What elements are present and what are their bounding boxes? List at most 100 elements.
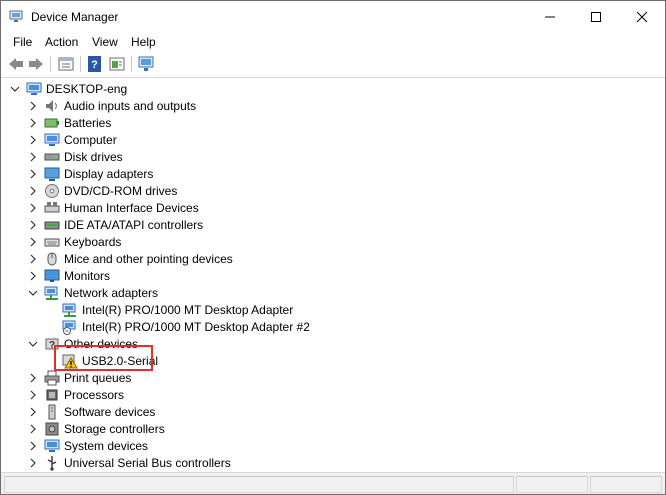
close-button[interactable] [619,1,665,32]
menu-action[interactable]: Action [45,35,78,49]
monitor-icon [44,269,60,282]
root-label: DESKTOP-eng [46,82,128,96]
mouse-icon [47,252,57,266]
properties-icon[interactable] [57,55,75,73]
chevron-right-icon[interactable] [28,271,38,281]
tree-item-processors[interactable]: Processors [1,387,301,404]
tree-item-computer[interactable]: Computer [1,132,301,149]
chevron-right-icon[interactable] [28,220,38,230]
chevron-right-icon[interactable] [28,118,38,128]
tree-item-usb[interactable]: Universal Serial Bus controllers [1,455,301,472]
maximize-button[interactable] [573,1,619,32]
dvd-icon [45,184,59,198]
tree-item-label: Disk drives [64,150,123,164]
back-icon[interactable] [7,55,25,73]
tree-item-audio[interactable]: Audio inputs and outputs [1,98,301,115]
tree-item-label: Batteries [64,116,112,130]
speaker-icon [46,100,57,112]
tree-item-label: Display adapters [64,167,154,181]
tree-item-batteries[interactable]: Batteries [1,115,301,132]
scan-hardware-icon[interactable] [137,55,155,73]
tree-item-software-devices[interactable]: Software devices [1,404,301,421]
tree-child-network-adapter-2[interactable]: Intel(R) PRO/1000 MT Desktop Adapter #2 [1,319,341,336]
tree-child-label: Intel(R) PRO/1000 MT Desktop Adapter [82,303,294,317]
menu-bar: File Action View Help [1,32,665,52]
tree-item-ide[interactable]: IDE ATA/ATAPI controllers [1,217,301,234]
network-adapter-disabled-icon [62,320,76,335]
storage-icon [45,422,59,436]
chevron-down-icon[interactable] [10,84,20,94]
window-title: Device Manager [31,10,119,24]
tree-item-label: DVD/CD-ROM drives [64,184,178,198]
tree-item-label: Mice and other pointing devices [64,252,233,266]
menu-file[interactable]: File [13,35,32,49]
forward-icon[interactable] [27,55,45,73]
chevron-right-icon[interactable] [28,237,38,247]
chevron-right-icon[interactable] [28,203,38,213]
chevron-right-icon[interactable] [28,441,38,451]
maximize-icon [591,12,601,22]
chevron-right-icon[interactable] [28,373,38,383]
battery-icon [44,118,59,128]
computer-icon [26,82,42,95]
tree-item-monitors[interactable]: Monitors [1,268,301,285]
chevron-right-icon[interactable] [28,135,38,145]
tree-item-label: System devices [64,439,149,453]
chevron-right-icon[interactable] [28,407,38,417]
menu-view[interactable]: View [92,35,118,49]
toolbar: ? [1,52,665,78]
tree-item-display-adapters[interactable]: Display adapters [1,166,301,183]
status-cell [516,476,588,493]
chevron-right-icon[interactable] [28,186,38,196]
tree-item-label: Audio inputs and outputs [64,99,197,113]
tree-item-label: Print queues [64,371,132,385]
status-cell-main [4,476,514,493]
processor-icon [46,389,58,401]
chevron-down-icon[interactable] [28,288,38,298]
minimize-icon [545,16,555,18]
title-bar[interactable]: Device Manager [1,1,665,32]
computer-icon [44,133,60,146]
tree-child-network-adapter-1[interactable]: Intel(R) PRO/1000 MT Desktop Adapter [1,302,341,319]
minimize-button[interactable] [527,1,573,32]
tree-item-label: Network adapters [64,286,159,300]
device-tree: DESKTOP-eng Audio inputs and outputs Bat… [1,78,665,472]
tree-item-keyboards[interactable]: Keyboards [1,234,301,251]
chevron-right-icon[interactable] [28,390,38,400]
toolbar-separator [80,56,81,72]
tree-item-dvd[interactable]: DVD/CD-ROM drives [1,183,301,200]
tree-item-storage-controllers[interactable]: Storage controllers [1,421,301,438]
hid-icon [44,202,60,213]
tree-item-label: Processors [64,388,125,402]
software-device-icon [48,404,56,420]
chevron-right-icon[interactable] [28,424,38,434]
show-hidden-icon[interactable] [108,55,126,73]
tree-item-label: Human Interface Devices [64,201,199,215]
svg-text:?: ? [91,59,98,71]
tree-root[interactable]: DESKTOP-eng [1,81,301,98]
tree-item-disk-drives[interactable]: Disk drives [1,149,301,166]
network-icon [44,286,58,300]
tree-item-network-adapters[interactable]: Network adapters [1,285,301,302]
keyboard-icon [44,238,60,247]
tree-item-system-devices[interactable]: System devices [1,438,301,455]
tree-item-hid[interactable]: Human Interface Devices [1,200,301,217]
chevron-right-icon[interactable] [28,101,38,111]
chevron-right-icon[interactable] [28,152,38,162]
chevron-right-icon[interactable] [28,169,38,179]
printer-icon [44,370,60,386]
chevron-down-icon[interactable] [28,339,38,349]
tree-item-mice[interactable]: Mice and other pointing devices [1,251,301,268]
help-icon[interactable]: ? [86,55,104,73]
tree-item-label: IDE ATA/ATAPI controllers [64,218,204,232]
close-icon [636,11,648,23]
device-manager-window: Device Manager File Action View Help ? D… [0,0,666,495]
disk-drive-icon [44,153,60,161]
usb-icon [47,456,57,471]
menu-help[interactable]: Help [131,35,156,49]
chevron-right-icon[interactable] [28,254,38,264]
tree-item-print-queues[interactable]: Print queues [1,370,301,387]
chevron-right-icon[interactable] [28,458,38,468]
tree-child-label: Intel(R) PRO/1000 MT Desktop Adapter #2 [82,320,310,334]
highlight-annotation [54,345,153,371]
